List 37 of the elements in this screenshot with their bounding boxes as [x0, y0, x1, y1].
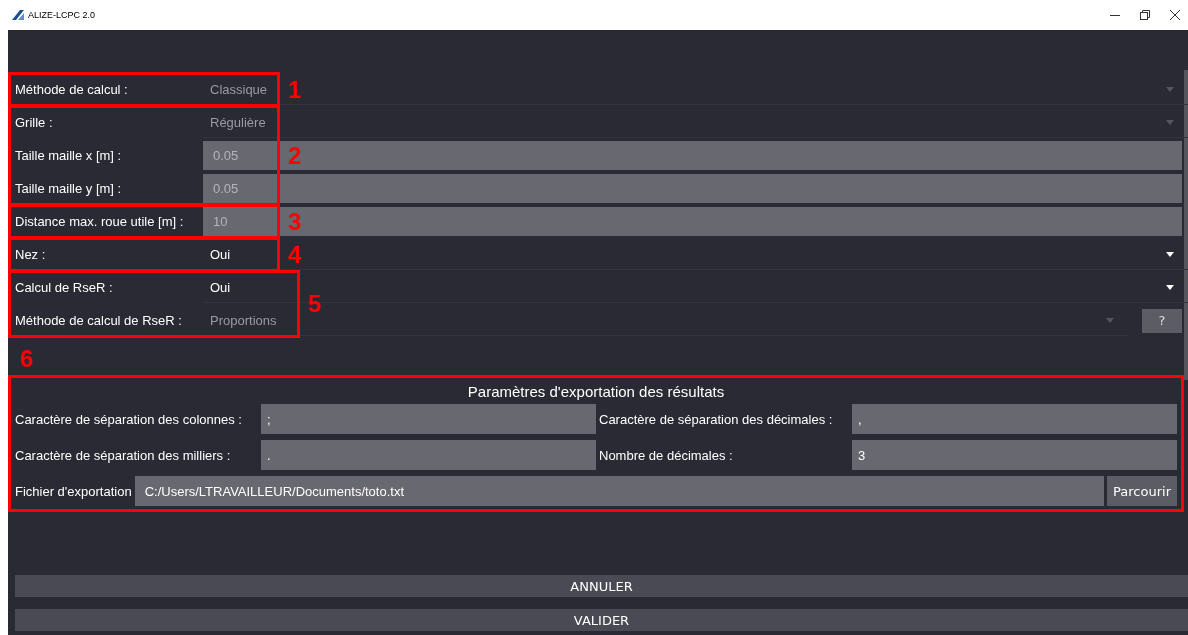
dropdown-arrow-icon [1166, 251, 1174, 257]
window-title: ALIZE-LCPC 2.0 [28, 10, 97, 20]
input-field[interactable]: 3 [852, 440, 1177, 470]
field-label: Distance max. roue utile [m] : [14, 214, 185, 229]
annotation-number: 3 [288, 207, 302, 236]
browse-button[interactable]: Parcourir [1107, 476, 1177, 506]
input-field[interactable]: ; [261, 404, 596, 434]
field-label: Caractère de séparation des milliers : [15, 447, 232, 463]
app-logo-icon [12, 10, 24, 20]
input-field[interactable]: . [261, 440, 596, 470]
field-label: Méthode de calcul de RseR : [14, 313, 183, 328]
field-label: Méthode de calcul : [14, 82, 129, 97]
file-path-field[interactable]: C:/Users/LTRAVAILLEUR/Documents/toto.txt [134, 476, 1105, 506]
field-label: Calcul de RseR : [14, 280, 114, 295]
dropdown-arrow-icon [1166, 119, 1174, 125]
dropdown-arrow-icon [1166, 86, 1174, 92]
field-label: Grille : [14, 115, 54, 130]
action-button[interactable]: ANNULER [15, 575, 1188, 597]
field-label: Caractère de séparation des colonnes : [15, 411, 243, 427]
restore-icon[interactable] [1140, 10, 1150, 20]
close-icon[interactable] [1170, 10, 1180, 20]
dropdown-arrow-icon [1106, 317, 1114, 323]
annotation-number: 6 [20, 345, 34, 373]
field-label: Taille maille x [m] : [14, 148, 123, 163]
annotation-number: 4 [288, 240, 302, 269]
annotation-number: 2 [288, 141, 302, 170]
field-label: Caractère de séparation des décimales : [599, 411, 834, 427]
action-button[interactable]: VALIDER [15, 609, 1188, 631]
scrollbar[interactable] [1184, 70, 1188, 380]
field-label: Fichier d'exportation [15, 483, 132, 499]
field-label: Taille maille y [m] : [14, 181, 123, 196]
input-field[interactable]: , [852, 404, 1177, 434]
field-label: Nombre de décimales : [599, 447, 734, 463]
dropdown-arrow-icon [1166, 284, 1174, 290]
section-title: Paramètres d'exportation des résultats [466, 382, 726, 402]
field-label: Nez : [14, 247, 47, 262]
annotation-number: 1 [288, 75, 302, 104]
